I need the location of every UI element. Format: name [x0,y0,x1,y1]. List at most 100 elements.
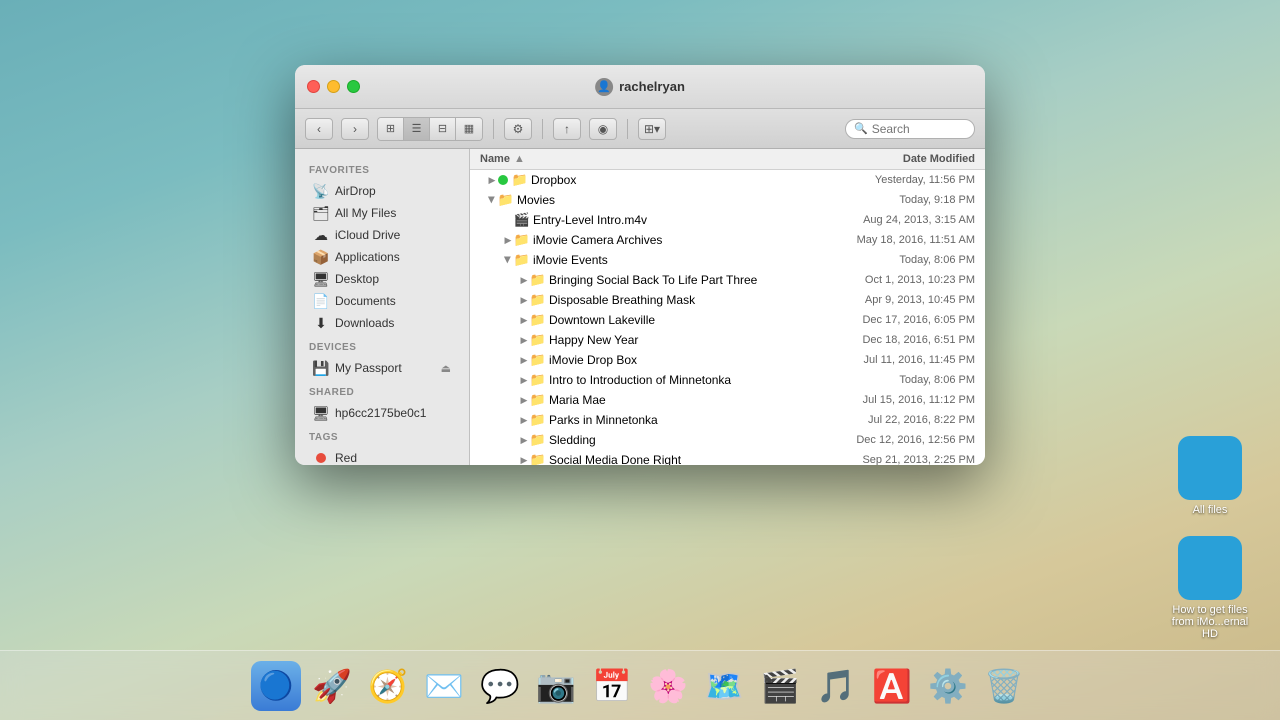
table-row[interactable]: ▶ 📁 Bringing Social Back To Life Part Th… [470,270,985,290]
sidebar-item-tag-red[interactable]: Red [299,447,465,465]
disclosure-arrow[interactable]: ▶ [502,254,514,266]
table-row[interactable]: ▶ 📁 Social Media Done Right Sep 21, 2013… [470,450,985,465]
minimize-button[interactable] [327,80,340,93]
table-row[interactable]: ▶ 📁 Downtown Lakeville Dec 17, 2016, 6:0… [470,310,985,330]
disclosure-arrow[interactable]: ▶ [518,434,530,446]
dock-launchpad[interactable]: 🚀 [307,661,357,711]
view-list-button[interactable]: ☰ [404,118,430,140]
dock-finder[interactable]: 🔵 [251,661,301,711]
dock-photos[interactable]: 🌸 [643,661,693,711]
dock-safari[interactable]: 🧭 [363,661,413,711]
row-indent: ▶ [480,394,530,406]
sidebar-item-downloads[interactable]: ⬇ Downloads [299,312,465,334]
file-name: Downtown Lakeville [546,313,815,327]
table-row[interactable]: ▶ 📁 Movies Today, 9:18 PM [470,190,985,210]
arrange-button[interactable]: ⊞▾ [638,118,666,140]
disclosure-arrow[interactable]: ▶ [486,174,498,186]
disclosure-arrow[interactable]: ▶ [518,394,530,406]
file-date: Jul 11, 2016, 11:45 PM [815,354,975,366]
table-row[interactable]: ▶ 📁 Happy New Year Dec 18, 2016, 6:51 PM [470,330,985,350]
table-row[interactable]: ▶ 📁 iMovie Events Today, 8:06 PM [470,250,985,270]
file-date: Dec 17, 2016, 6:05 PM [815,314,975,326]
folder-icon: 📁 [530,352,546,368]
dock-imovie[interactable]: 🎬 [755,661,805,711]
sidebar-item-desktop[interactable]: 🖥 Desktop [299,268,465,290]
file-date: Jul 22, 2016, 8:22 PM [815,414,975,426]
disclosure-arrow[interactable]: ▶ [518,374,530,386]
dock-messages[interactable]: 💬 [475,661,525,711]
disclosure-arrow[interactable]: ▶ [502,234,514,246]
file-date: Aug 24, 2013, 3:15 AM [815,214,975,226]
table-row[interactable]: ▶ 📁 iMovie Camera Archives May 18, 2016,… [470,230,985,250]
all-files-icon [1178,436,1242,500]
dock-appstore[interactable]: 🅰️ [867,661,917,711]
sidebar-item-applications[interactable]: 📦 Applications [299,246,465,268]
back-button[interactable]: ‹ [305,118,333,140]
toolbar-separator-3 [627,119,628,139]
close-button[interactable] [307,80,320,93]
col-name-header[interactable]: Name ▲ [480,153,815,165]
table-row[interactable]: ▶ 📁 iMovie Drop Box Jul 11, 2016, 11:45 … [470,350,985,370]
eject-button[interactable]: ⏏ [441,362,451,375]
table-row[interactable]: ▶ 📁 Dropbox Yesterday, 11:56 PM [470,170,985,190]
share-button[interactable]: ↑ [553,118,581,140]
table-row[interactable]: ▶ 📁 Maria Mae Jul 15, 2016, 11:12 PM [470,390,985,410]
title-bar: 👤 rachelryan [295,65,985,109]
all-my-files-label: All My Files [335,206,396,220]
icloud-label: iCloud Drive [335,228,400,242]
maximize-button[interactable] [347,80,360,93]
disclosure-arrow[interactable]: ▶ [518,354,530,366]
sidebar-item-all-my-files[interactable]: 🗂 All My Files [299,202,465,224]
dock-systemprefs[interactable]: ⚙️ [923,661,973,711]
tag-button[interactable]: ◉ [589,118,617,140]
disclosure-arrow[interactable]: ▶ [518,414,530,426]
dock-maps[interactable]: 🗺️ [699,661,749,711]
window-title-area: 👤 rachelryan [595,78,685,96]
sidebar-item-icloud[interactable]: ☁ iCloud Drive [299,224,465,246]
table-row[interactable]: ▶ 📁 Sledding Dec 12, 2016, 12:56 PM [470,430,985,450]
tag-red-icon [313,450,329,465]
dock-calendar[interactable]: 📅 [587,661,637,711]
sidebar-item-documents[interactable]: 📄 Documents [299,290,465,312]
view-column-button[interactable]: ⊟ [430,118,456,140]
sidebar-section-tags: Tags [295,424,469,447]
downloads-label: Downloads [335,316,394,330]
search-input[interactable] [872,122,966,136]
sidebar-item-airdrop[interactable]: 📡 AirDrop [299,180,465,202]
file-date: May 18, 2016, 11:51 AM [815,234,975,246]
table-row[interactable]: ▶ 🎬 Entry-Level Intro.m4v Aug 24, 2013, … [470,210,985,230]
user-icon: 👤 [595,78,613,96]
file-name: iMovie Events [530,253,815,267]
sidebar-item-my-passport[interactable]: 💾 My Passport ⏏ [299,357,465,379]
disclosure-arrow[interactable]: ▶ [486,194,498,206]
file-name: Intro to Introduction of Minnetonka [546,373,815,387]
dock-trash[interactable]: 🗑️ [979,661,1029,711]
table-row[interactable]: ▶ 📁 Parks in Minnetonka Jul 22, 2016, 8:… [470,410,985,430]
table-row[interactable]: ▶ 📁 Disposable Breathing Mask Apr 9, 201… [470,290,985,310]
row-indent: ▶ [480,314,530,326]
forward-button[interactable]: › [341,118,369,140]
desktop-icon-all-files[interactable]: All files [1178,436,1242,516]
row-indent: ▶ [480,234,514,246]
action-button[interactable]: ⚙ [504,118,532,140]
col-date-header[interactable]: Date Modified [815,153,975,165]
desktop-icon-how-to-get[interactable]: How to get files from iMo...ernal HD [1170,536,1250,640]
applications-icon: 📦 [313,249,329,265]
file-date: Today, 9:18 PM [815,194,975,206]
main-content: Favorites 📡 AirDrop 🗂 All My Files ☁ iCl… [295,149,985,465]
view-cover-button[interactable]: ▦ [456,118,482,140]
disclosure-arrow[interactable]: ▶ [518,294,530,306]
row-indent: ▶ [480,194,498,206]
dock-itunes[interactable]: 🎵 [811,661,861,711]
dock-facetime[interactable]: 📷 [531,661,581,711]
folder-icon: 📁 [530,312,546,328]
airdrop-label: AirDrop [335,184,376,198]
disclosure-arrow[interactable]: ▶ [518,274,530,286]
sidebar-item-shared-hp[interactable]: 🖥 hp6cc2175be0c1 [299,402,465,424]
disclosure-arrow[interactable]: ▶ [518,334,530,346]
view-icon-button[interactable]: ⊞ [378,118,404,140]
disclosure-arrow[interactable]: ▶ [518,314,530,326]
disclosure-arrow[interactable]: ▶ [518,454,530,465]
table-row[interactable]: ▶ 📁 Intro to Introduction of Minnetonka … [470,370,985,390]
dock-mail[interactable]: ✉️ [419,661,469,711]
